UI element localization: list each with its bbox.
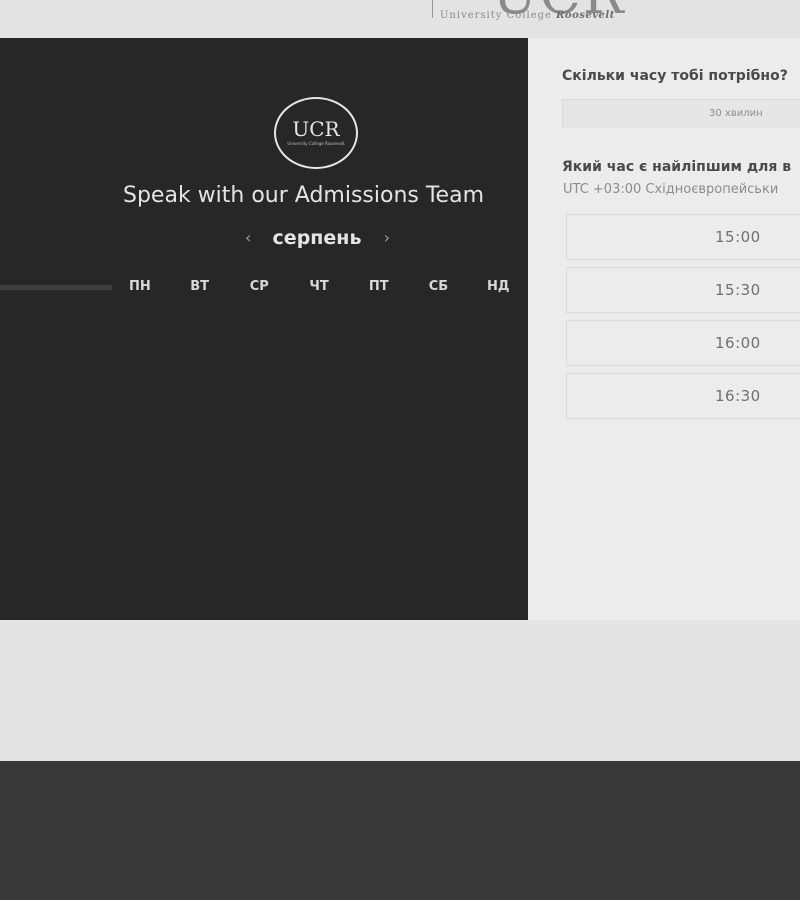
weekday-wed: СР <box>249 279 269 294</box>
brand-logo[interactable]: UCR University College Roosevelt <box>432 0 632 28</box>
time-slot-label: 16:30 <box>715 387 761 405</box>
weekday-mon: ПН <box>128 279 151 294</box>
ucr-logo: UCR University College Roosevelt <box>274 97 358 169</box>
weekday-header: ПН ВТ СР ЧТ ПТ СБ НД <box>110 279 528 294</box>
duration-select[interactable]: 30 хвилин <box>562 99 800 128</box>
next-month-icon[interactable]: › <box>384 228 390 247</box>
brand-subtitle-italic: Roosevelt <box>556 10 615 21</box>
time-slot-label: 16:00 <box>715 334 761 352</box>
duration-question: Скільки часу тобі потрібно? <box>562 68 788 84</box>
duration-value: 30 хвилин <box>709 108 763 119</box>
widget-title: Speak with our Admissions Team <box>123 183 485 208</box>
logo-subtitle: University College Roosevelt <box>287 141 345 146</box>
prev-month-icon[interactable]: ‹ <box>245 228 251 247</box>
weekday-fri: ПТ <box>368 279 389 294</box>
booking-widget: UCR University College Roosevelt Speak w… <box>0 38 528 620</box>
timezone-label: UTC +03:00 Східноєвропейськи <box>563 182 779 197</box>
weekday-sun: НД <box>486 279 510 294</box>
time-slot[interactable]: 16:00 <box>566 320 800 366</box>
time-selection-panel: Скільки часу тобі потрібно? 30 хвилин Як… <box>528 38 800 620</box>
page-header: UCR University College Roosevelt <box>0 0 800 38</box>
date-scroll-bar[interactable] <box>0 285 112 290</box>
content-spacer <box>0 620 800 761</box>
brand-divider <box>432 0 433 18</box>
time-slot-label: 15:00 <box>715 228 761 246</box>
weekday-sat: СБ <box>428 279 449 294</box>
month-label: серпень <box>272 227 362 249</box>
logo-letters: UCR <box>292 117 340 141</box>
month-navigation: ‹ серпень › <box>245 226 390 252</box>
page-footer <box>0 761 800 900</box>
weekday-tue: ВТ <box>190 279 209 294</box>
time-slot[interactable]: 15:00 <box>566 214 800 260</box>
time-slot[interactable]: 15:30 <box>566 267 800 313</box>
brand-subtitle-text: University College <box>440 10 552 21</box>
time-question: Який час є найліпшим для в <box>562 159 792 175</box>
brand-subtitle: University College Roosevelt <box>440 10 615 21</box>
time-slot[interactable]: 16:30 <box>566 373 800 419</box>
weekday-thu: ЧТ <box>309 279 329 294</box>
time-slot-label: 15:30 <box>715 281 761 299</box>
